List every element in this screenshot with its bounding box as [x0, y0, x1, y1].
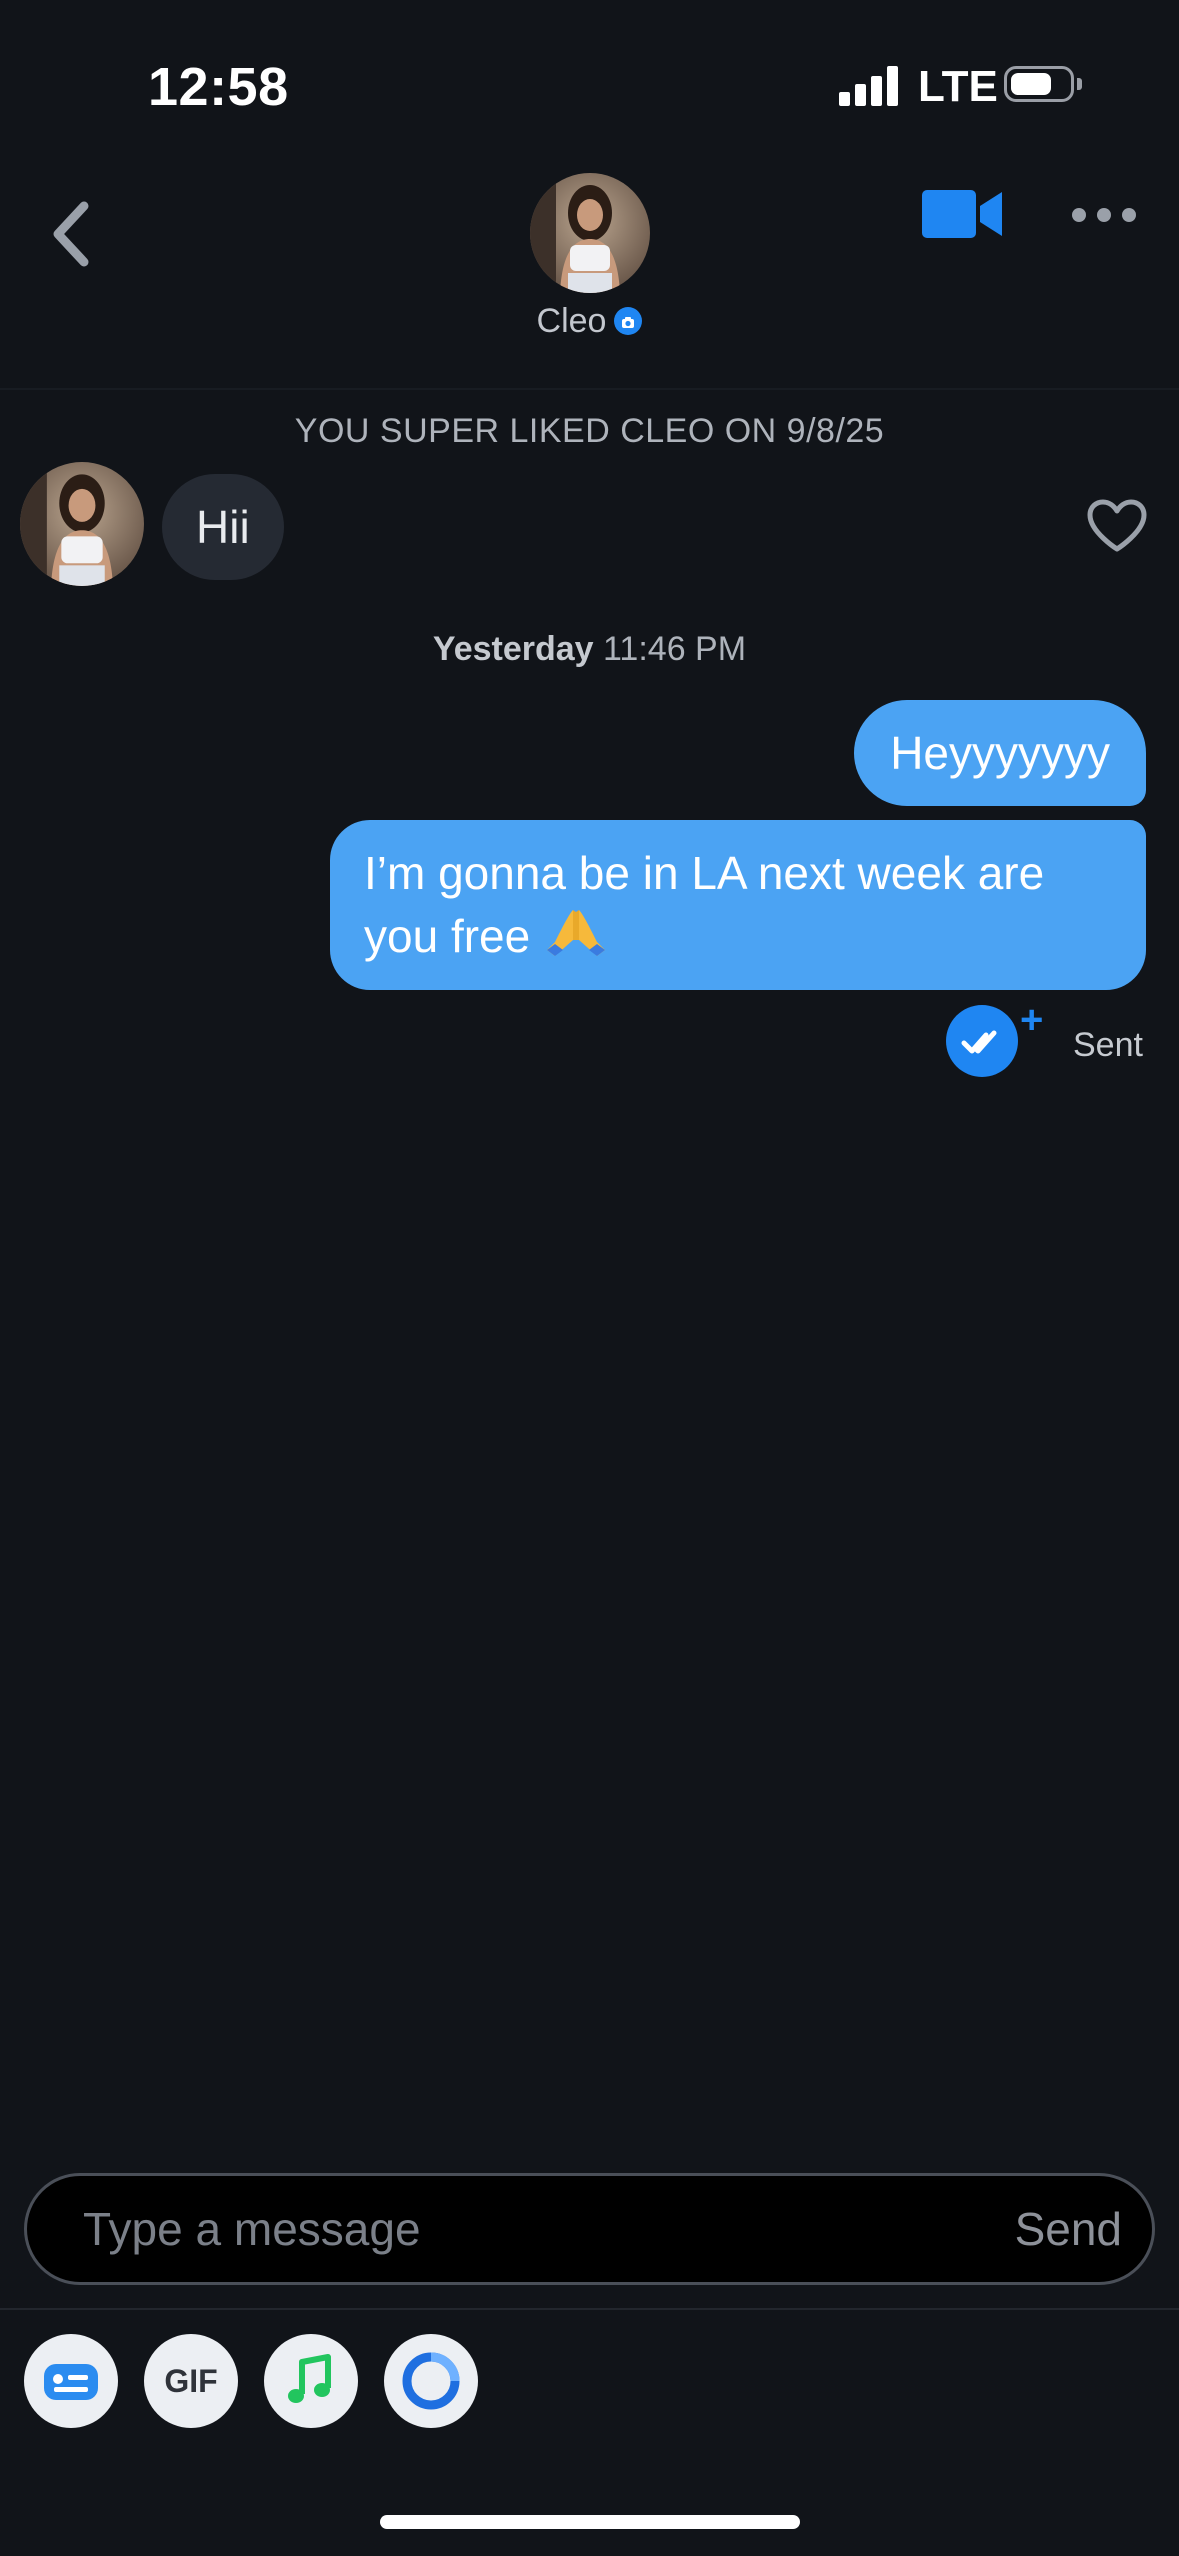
toolbar-divider: [0, 2308, 1179, 2310]
chevron-left-icon: [53, 201, 89, 267]
profile-name: Cleo: [536, 302, 607, 340]
profile-name-row[interactable]: Cleo: [0, 302, 1179, 341]
network-label: LTE: [918, 62, 998, 111]
timestamp-time: 11:46 PM: [603, 630, 747, 668]
header-divider: [0, 388, 1179, 390]
plus-icon[interactable]: +: [1020, 1000, 1043, 1040]
chat-screen: 12:58 LTE Cleo YOU SUPER LIKED CLEO ON 9…: [0, 0, 1179, 2556]
timestamp-day: Yesterday: [432, 630, 594, 668]
sticker-button[interactable]: [24, 2334, 118, 2428]
double-check-icon: [961, 1030, 997, 1054]
signal-strength-icon: [839, 66, 899, 106]
send-button[interactable]: Send: [1015, 2176, 1122, 2282]
status-time: 12:58: [148, 57, 289, 117]
read-receipt-button[interactable]: [946, 1005, 1018, 1077]
message-status: Sent: [1073, 1026, 1143, 1064]
heart-icon: [1087, 499, 1147, 552]
sender-avatar[interactable]: [20, 462, 144, 586]
message-composer: Send: [24, 2173, 1155, 2285]
sticker-card-icon: [44, 2364, 98, 2400]
outgoing-message[interactable]: I’m gonna be in LA next week are you fre…: [330, 820, 1146, 990]
profile-avatar[interactable]: [530, 173, 650, 293]
music-note-icon: [288, 2354, 331, 2403]
profile-photo: [530, 173, 650, 293]
video-call-button[interactable]: [920, 186, 1004, 242]
battery-cap: [1077, 78, 1082, 90]
super-like-note: YOU SUPER LIKED CLEO ON 9/8/25: [294, 412, 885, 450]
gif-icon: GIF: [164, 2363, 218, 2399]
back-button[interactable]: [40, 196, 110, 272]
home-indicator[interactable]: [380, 2515, 800, 2529]
more-options-button[interactable]: [1072, 196, 1138, 236]
outgoing-message-text: I’m gonna be in LA next week are you fre…: [364, 847, 1045, 962]
activity-button[interactable]: [384, 2334, 478, 2428]
outgoing-message[interactable]: Heyyyyyyy: [854, 700, 1146, 806]
ellipsis-icon: [1072, 208, 1086, 222]
message-timestamp: Yesterday 11:46 PM: [0, 630, 1179, 669]
message-input[interactable]: [83, 2176, 943, 2282]
video-camera-icon: [922, 190, 1002, 238]
music-button[interactable]: [264, 2334, 358, 2428]
incoming-message[interactable]: Hii: [162, 474, 284, 580]
gif-button[interactable]: GIF: [144, 2334, 238, 2428]
sender-photo: [20, 462, 144, 586]
battery-icon: [1004, 66, 1074, 102]
like-message-button[interactable]: [1086, 498, 1148, 554]
folded-hands-emoji: [543, 906, 609, 958]
camera-verified-icon: [614, 307, 643, 336]
circle-loader-icon: [402, 2352, 460, 2410]
